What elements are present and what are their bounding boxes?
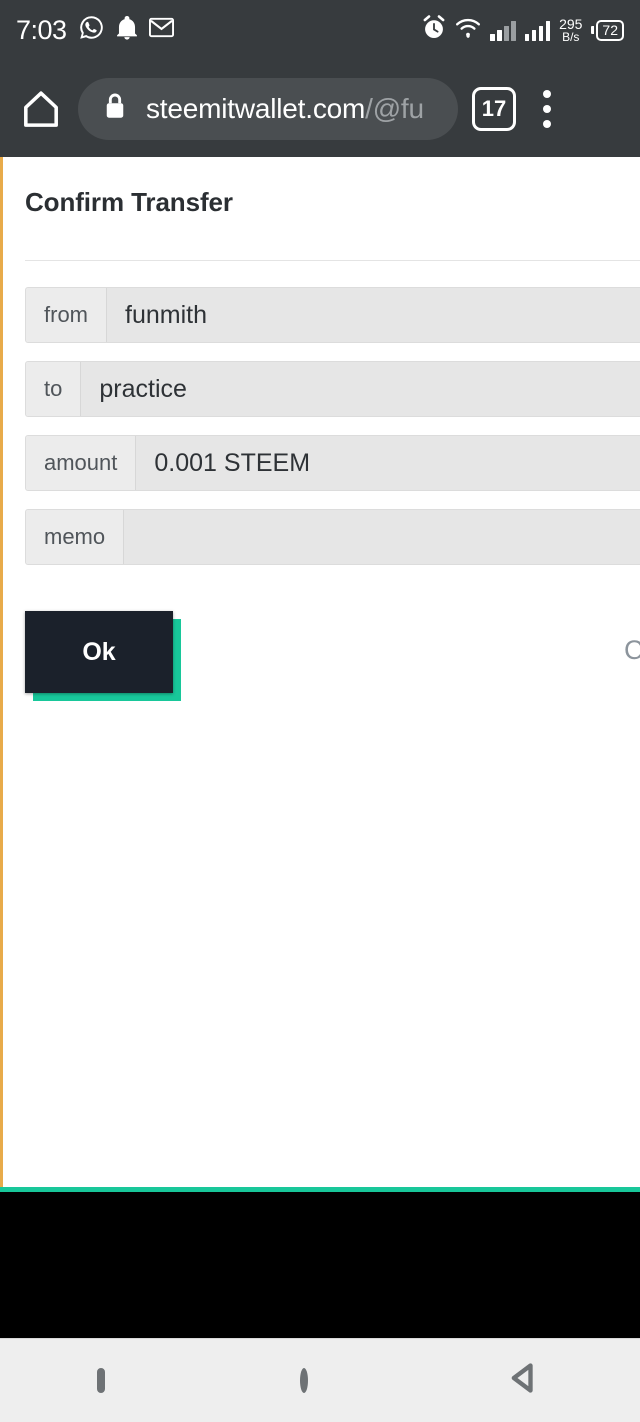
battery-icon: 72 (591, 19, 624, 41)
clock-time: 7:03 (16, 14, 67, 45)
row-label: to (26, 362, 82, 416)
url-path: /@fu (365, 92, 424, 124)
network-speed: 295 B/s (559, 17, 582, 44)
address-bar[interactable]: steemitwallet.com/@fu (78, 77, 458, 140)
page-title: Confirm Transfer (25, 187, 233, 217)
row-value: funmith (107, 288, 640, 342)
ok-button[interactable]: Ok (25, 611, 173, 693)
home-button[interactable] (299, 1367, 308, 1393)
row-label: memo (26, 510, 125, 564)
back-button[interactable] (503, 1358, 543, 1403)
wifi-icon (455, 17, 481, 44)
cancel-button[interactable]: Cancel (624, 635, 640, 666)
bell-icon (116, 15, 138, 45)
modal-actions: Ok Cancel (3, 611, 640, 701)
browser-toolbar: steemitwallet.com/@fu 17 (0, 60, 640, 157)
row-label: amount (26, 436, 137, 490)
recents-button[interactable] (97, 1367, 106, 1393)
phone-screen: 7:03 295 B/s 72 steemitwallet.com/@fu 17… (0, 0, 640, 1422)
network-speed-unit: B/s (562, 29, 580, 44)
alarm-icon (422, 15, 446, 45)
url-text: steemitwallet.com/@fu (146, 93, 424, 125)
signal-icon (490, 19, 516, 41)
status-bar-left: 7:03 (16, 14, 174, 46)
kebab-menu-icon[interactable] (530, 89, 564, 128)
tab-count-label: 17 (481, 95, 507, 121)
url-host: steemitwallet.com (146, 92, 366, 124)
lock-icon (104, 92, 126, 125)
transfer-details-table: from funmith to practice amount 0.001 ST… (3, 261, 640, 565)
table-row: to practice (25, 361, 640, 417)
confirm-transfer-modal: Confirm Transfer from funmith to practic… (0, 157, 640, 1187)
table-row: memo (25, 509, 640, 565)
home-circle-icon (299, 1367, 308, 1393)
table-row: from funmith (25, 287, 640, 343)
recents-square-icon (97, 1367, 106, 1393)
battery-percent: 72 (596, 19, 624, 41)
row-value (124, 510, 640, 564)
home-icon[interactable] (18, 86, 64, 132)
android-nav-bar (0, 1338, 640, 1422)
row-value: practice (81, 362, 640, 416)
status-bar-right: 295 B/s 72 (422, 15, 624, 45)
back-triangle-icon (511, 1363, 533, 1393)
signal-icon (524, 19, 551, 41)
row-label: from (26, 288, 107, 342)
accent-divider (0, 1187, 640, 1192)
web-content: (+15.011 STEEM) STEEM DOLLARS Tradeable … (0, 157, 640, 1192)
gmail-icon (148, 17, 174, 43)
ok-button-wrapper: Ok (25, 611, 181, 701)
table-row: amount 0.001 STEEM (25, 435, 640, 491)
whatsapp-icon (78, 14, 105, 46)
tab-counter-button[interactable]: 17 (472, 86, 516, 131)
row-value: 0.001 STEEM (136, 436, 640, 490)
status-bar: 7:03 295 B/s 72 (0, 0, 640, 60)
